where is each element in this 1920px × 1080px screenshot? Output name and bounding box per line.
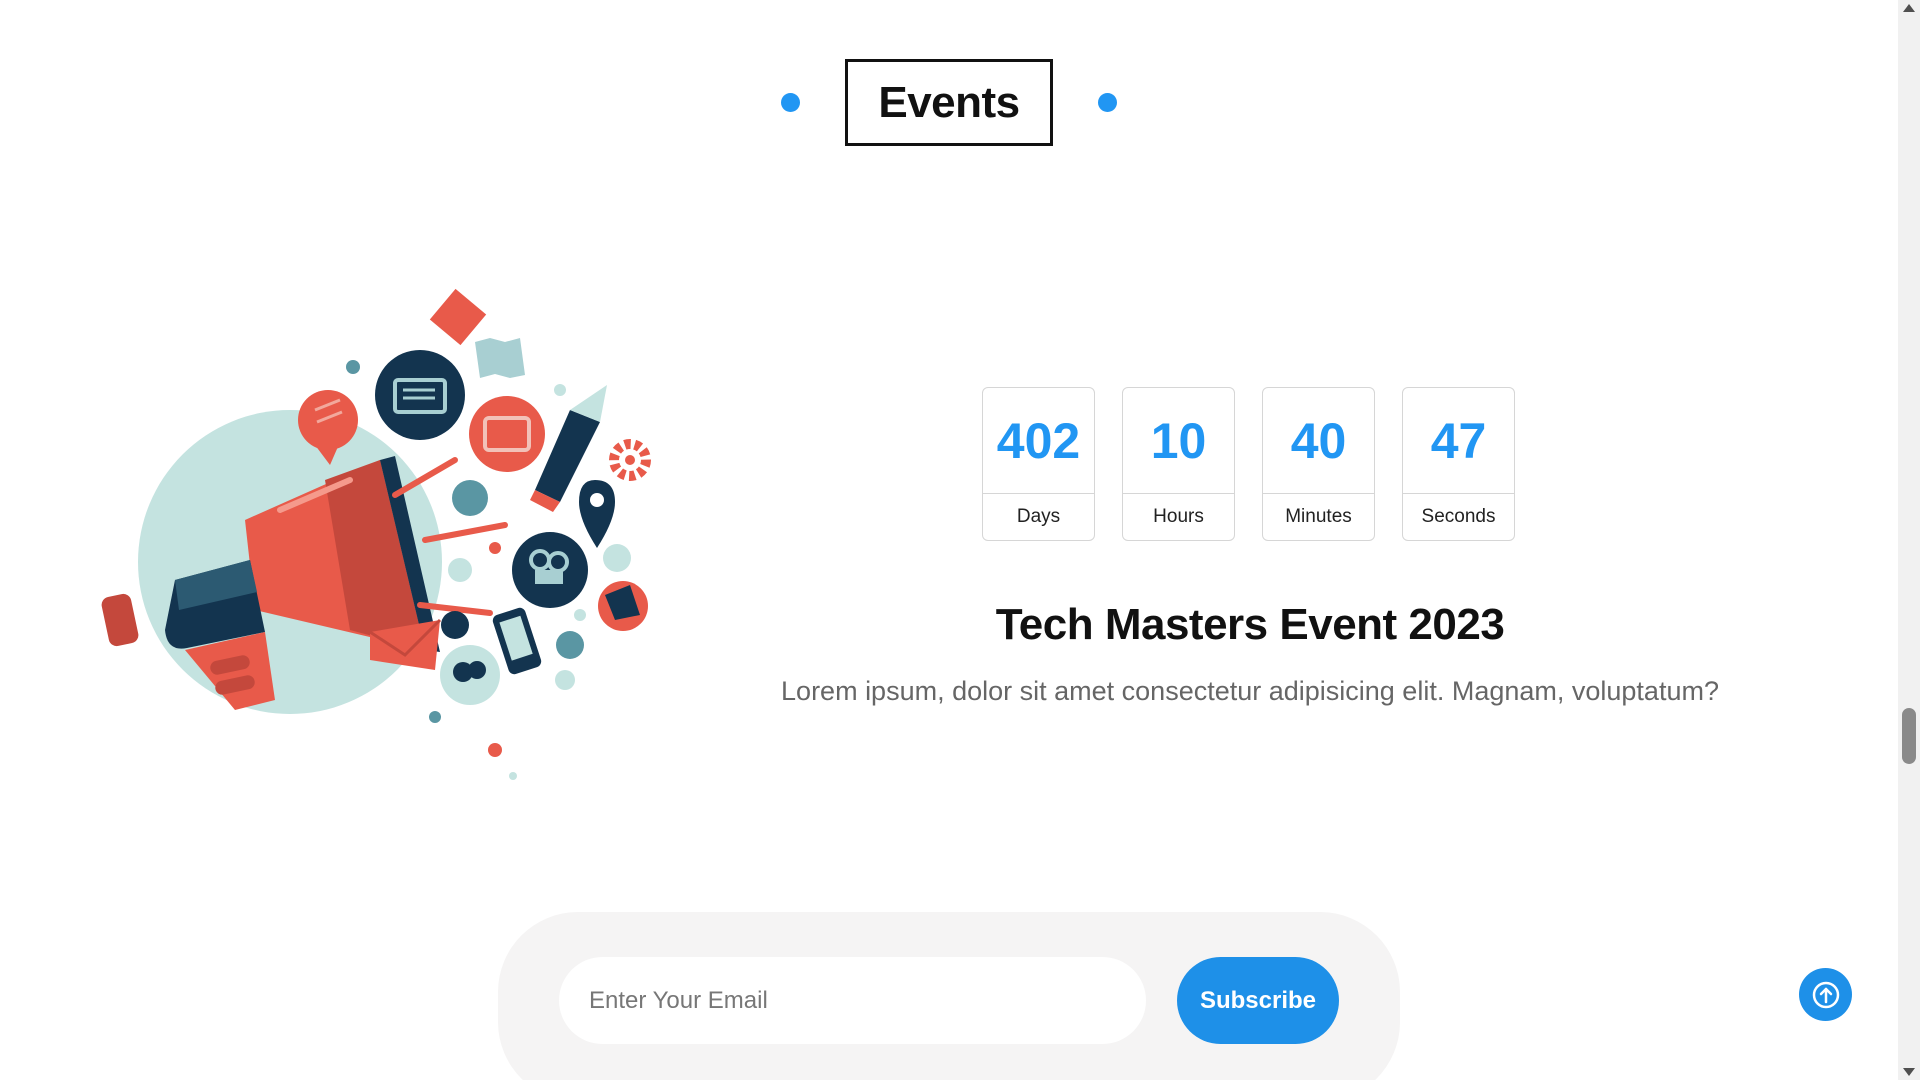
countdown-minutes-label: Minutes <box>1285 506 1352 527</box>
subscribe-button[interactable]: Subscribe <box>1177 957 1339 1044</box>
section-title: Events <box>878 77 1020 127</box>
scroll-thumb[interactable] <box>1902 708 1916 764</box>
scroll-up-arrow-icon[interactable] <box>1903 4 1915 12</box>
countdown-minutes-value: 40 <box>1263 388 1374 494</box>
scroll-down-arrow-icon[interactable] <box>1903 1068 1915 1076</box>
countdown-seconds-value: 47 <box>1403 388 1514 494</box>
countdown-hours: 10 Hours <box>1122 387 1235 541</box>
email-input[interactable] <box>559 957 1146 1044</box>
subscribe-form: Subscribe <box>498 912 1400 1080</box>
countdown-days-value: 402 <box>983 388 1094 494</box>
countdown-seconds: 47 Seconds <box>1402 387 1515 541</box>
countdown-hours-label: Hours <box>1153 506 1204 527</box>
event-description: Lorem ipsum, dolor sit amet consectetur … <box>781 676 1719 706</box>
countdown-days-label: Days <box>1016 506 1061 527</box>
megaphone-illustration <box>101 288 651 780</box>
section-title-box: Events <box>845 59 1053 146</box>
countdown-seconds-label: Seconds <box>1421 506 1496 527</box>
countdown-timer: 402 Days 10 Hours 40 Minutes 47 Seconds <box>982 387 1515 541</box>
countdown-minutes: 40 Minutes <box>1262 387 1375 541</box>
section-header: Events <box>0 59 1898 146</box>
title-dot-right <box>1097 93 1117 112</box>
event-title: Tech Masters Event 2023 <box>995 600 1505 649</box>
countdown-hours-value: 10 <box>1123 388 1234 494</box>
page: Events 402 Days 10 Hours 40 Minutes 47 S… <box>0 0 1898 1080</box>
title-dot-left <box>781 93 801 112</box>
arrow-up-icon <box>1812 981 1839 1008</box>
page-scrollbar[interactable] <box>1898 0 1920 1080</box>
back-to-top-button[interactable] <box>1799 968 1852 1021</box>
countdown-days: 402 Days <box>982 387 1095 541</box>
